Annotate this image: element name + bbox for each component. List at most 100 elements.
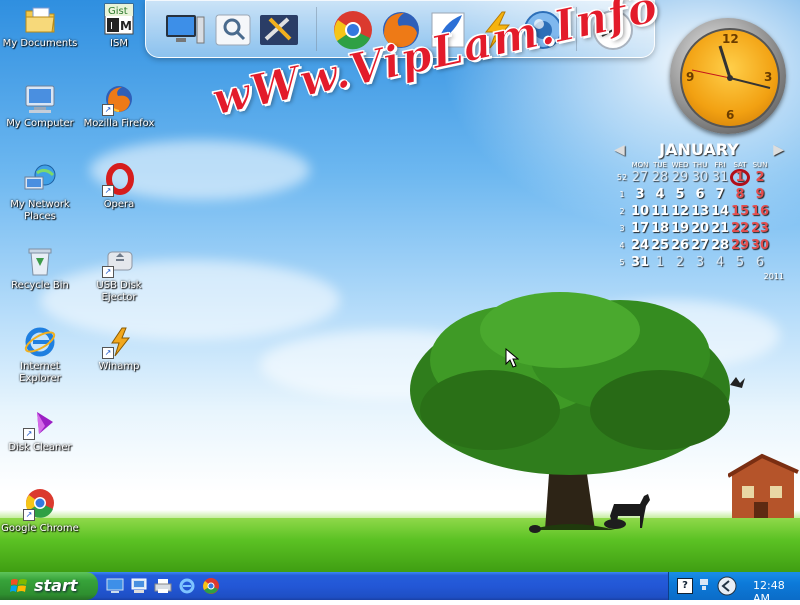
windows-logo-icon [10,579,27,592]
help-icon[interactable]: ? [677,578,693,594]
calendar-day[interactable]: 15 [730,203,750,220]
calendar-day[interactable]: 12 [670,203,690,220]
calendar-day[interactable]: 22 [730,220,750,237]
calendar-day-of-week: SUN [752,161,768,169]
calendar-corner [614,161,630,169]
calendar-day[interactable]: 30 [690,169,710,186]
calendar-day[interactable]: 16 [750,203,770,220]
calendar-day[interactable]: 19 [670,220,690,237]
calendar-day[interactable]: 3 [630,186,650,203]
calendar-header: ◀ JANUARY ▶ [614,140,784,159]
chrome-icon: ↗ [23,487,57,521]
calendar-day[interactable]: 31 [630,254,650,271]
calendar-day[interactable]: 3 [690,254,710,271]
calendar-day[interactable]: 5 [730,254,750,271]
disk-cleaner-icon: ↗ [23,406,57,440]
desktop-icon-label: Recycle Bin [11,280,69,291]
desktop-icon-usb-disk-ejector[interactable]: ↗ USB Disk Ejector [79,244,159,304]
calendar-day[interactable]: 18 [650,220,670,237]
desktop-icon-recycle-bin[interactable]: Recycle Bin [0,244,80,292]
desktop-icon-label: Opera [103,199,135,210]
calendar-day[interactable]: 2 [670,254,690,271]
calendar-day[interactable]: 31 [710,169,730,186]
calendar-day[interactable]: 26 [670,237,690,254]
desktop-icon-internet-explorer[interactable]: Internet Explorer [0,325,80,385]
network-icon [23,163,57,197]
desktop-icon-my-computer[interactable]: My Computer [0,82,80,130]
calendar-day[interactable]: 14 [710,203,730,220]
rabbit-silhouette [529,525,541,533]
calendar-day-of-week: SAT [733,161,747,169]
calendar-day[interactable]: 30 [750,237,770,254]
calendar-prev-button[interactable]: ◀ [614,142,625,158]
calendar-day[interactable]: 27 [690,237,710,254]
start-button[interactable]: start [0,572,98,600]
shortcut-arrow-icon: ↗ [102,347,114,359]
my-computer-icon[interactable] [130,577,148,595]
calendar-day[interactable]: 2 [750,169,770,186]
printer-icon[interactable] [154,577,172,595]
calendar-next-button[interactable]: ▶ [773,142,784,158]
calendar-day[interactable]: 17 [630,220,650,237]
calendar-day[interactable]: 24 [630,237,650,254]
calendar-day[interactable]: 7 [710,186,730,203]
desktop-icon-winamp[interactable]: ↗ Winamp [79,325,159,373]
calendar-day[interactable]: 29 [730,237,750,254]
calendar-week-number: 52 [616,173,628,182]
calendar-day[interactable]: 10 [630,203,650,220]
calendar-widget: ◀ JANUARY ▶ MON TUE WED THU FRI SAT SUN 52 27 28 2… [614,140,784,281]
calendar-year: 2011 [763,272,784,281]
calendar-day[interactable]: 11 [650,203,670,220]
calendar-day[interactable]: 21 [710,220,730,237]
calendar-day[interactable]: 9 [750,186,770,203]
calendar-day-today[interactable]: 1 [730,169,750,186]
mouse-cursor-icon [505,348,519,368]
shortcut-arrow-icon: ↗ [102,104,114,116]
calendar-day[interactable]: 1 [650,254,670,271]
clock-time[interactable]: 12:48 AM [753,579,800,605]
ism-icon: Gist I M [102,2,136,36]
search-icon[interactable] [212,9,254,51]
network-status-icon[interactable] [697,576,711,594]
calendar-day[interactable]: 6 [750,254,770,271]
calendar-day[interactable]: 4 [710,254,730,271]
chrome-icon[interactable] [202,577,220,595]
calendar-month: JANUARY [659,140,739,159]
desktop-icon-my-network-places[interactable]: My Network Places [0,163,80,223]
calendar-day[interactable]: 23 [750,220,770,237]
desktop-icon-google-chrome[interactable]: ↗ Google Chrome [0,487,80,535]
calendar-day[interactable]: 8 [730,186,750,203]
calendar-day[interactable]: 28 [650,169,670,186]
usb-ejector-icon: ↗ [102,244,136,278]
svg-text:I: I [110,21,113,32]
ie-icon[interactable] [178,577,196,595]
calendar-week-number: 5 [619,258,625,267]
tools-icon[interactable] [258,9,300,51]
desktop-icon-mozilla-firefox[interactable]: ↗ Mozilla Firefox [79,82,159,130]
animal-silhouette [604,519,626,529]
desktop-icon-disk-cleaner[interactable]: ↗ Disk Cleaner [0,406,80,454]
calendar-day[interactable]: 13 [690,203,710,220]
calendar-day[interactable]: 5 [670,186,690,203]
desktop-icon-my-documents[interactable]: My Documents [0,2,80,50]
folder-documents-icon [23,2,57,36]
calendar-day[interactable]: 29 [670,169,690,186]
desktop-icon-opera[interactable]: ↗ Opera [79,163,159,211]
desktop-icon-label: Disk Cleaner [8,442,72,453]
desktop-icon[interactable] [106,577,124,595]
calendar-day[interactable]: 20 [690,220,710,237]
desktop-icon-label: Mozilla Firefox [83,118,155,129]
calendar-day[interactable]: 27 [630,169,650,186]
winamp-icon: ↗ [102,325,136,359]
system-tray: ? 12:48 AM [668,572,800,605]
opera-icon: ↗ [102,163,136,197]
clock-widget[interactable]: 12 3 6 9 [670,18,786,134]
calendar-day[interactable]: 28 [710,237,730,254]
taskbar: start ? 12:48 AM [0,572,800,605]
volume-icon[interactable] [717,576,737,596]
monitor-icon[interactable] [164,9,206,51]
calendar-day[interactable]: 6 [690,186,710,203]
calendar-day[interactable]: 25 [650,237,670,254]
calendar-day[interactable]: 4 [650,186,670,203]
ie-icon [23,325,57,359]
